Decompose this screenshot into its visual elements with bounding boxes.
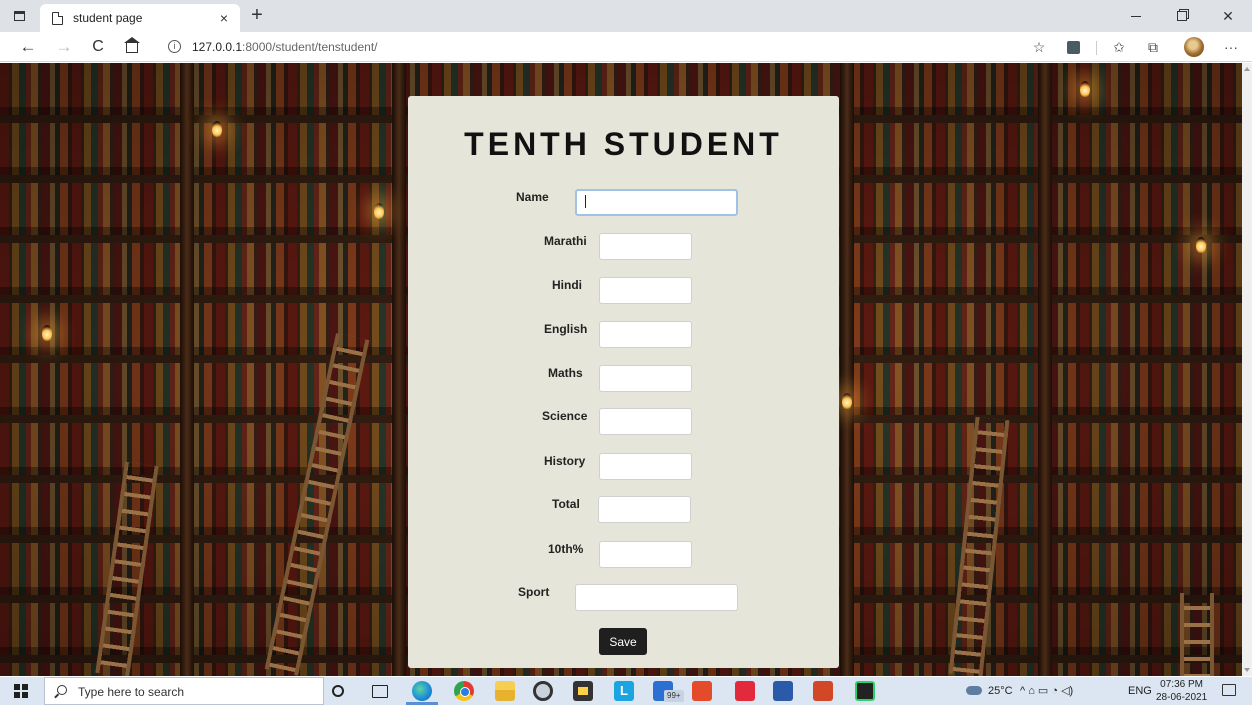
page-scrollbar[interactable] — [1242, 63, 1252, 676]
url-host: 127.0.0.1 — [192, 40, 243, 54]
window-close-button[interactable]: ✕ — [1205, 0, 1251, 32]
minimize-icon — [1131, 15, 1141, 17]
input-language[interactable]: ENG — [1128, 677, 1152, 705]
windows-start-icon[interactable] — [14, 684, 28, 698]
windows-taskbar: Type here to search L 99+ 25°C ^ ⌂ ▭ ◔ ◁… — [0, 677, 1252, 705]
store-icon[interactable] — [573, 681, 593, 701]
forward-button[interactable]: → — [52, 36, 76, 58]
save-button[interactable]: Save — [599, 628, 647, 655]
cortana-icon[interactable] — [332, 685, 344, 697]
address-bar: ← → C i 127.0.0.1:8000/student/tenstuden… — [0, 32, 1252, 62]
weather-icon[interactable] — [966, 686, 982, 695]
mail-badge: 99+ — [664, 690, 684, 702]
tenth-percent-input[interactable] — [599, 541, 692, 568]
english-label: English — [544, 322, 588, 336]
notification-icon[interactable] — [1222, 684, 1236, 696]
profile-button[interactable] — [1183, 37, 1205, 57]
clock-time: 07:36 PM — [1160, 679, 1203, 690]
maths-label: Maths — [548, 366, 583, 380]
weather-temperature[interactable]: 25°C — [988, 677, 1013, 705]
search-placeholder: Type here to search — [78, 685, 185, 699]
page-icon — [52, 11, 63, 25]
history-label: History — [544, 454, 586, 468]
url-path: :8000/student/tenstudent/ — [242, 40, 378, 54]
science-input[interactable] — [599, 408, 692, 435]
hindi-label: Hindi — [552, 278, 582, 292]
camera-icon[interactable] — [533, 681, 553, 701]
search-icon — [57, 685, 67, 695]
form-title: TENTH STUDENT — [464, 126, 783, 162]
name-input[interactable] — [575, 189, 738, 216]
history-input[interactable] — [599, 453, 692, 480]
home-button[interactable] — [120, 36, 144, 58]
more-button[interactable]: ··· — [1220, 37, 1242, 57]
url-field[interactable]: 127.0.0.1:8000/student/tenstudent/ — [192, 40, 378, 54]
file-explorer-icon[interactable] — [495, 681, 515, 701]
sport-label: Sport — [518, 585, 550, 599]
restore-icon — [1177, 11, 1187, 21]
tab-actions-icon — [13, 11, 25, 21]
avatar — [1184, 37, 1204, 57]
edge-icon[interactable] — [412, 681, 432, 701]
taskbar-clock[interactable]: 07:36 PM 28-06-2021 — [1156, 678, 1207, 704]
english-input[interactable] — [599, 321, 692, 348]
tab-student-page[interactable]: student page × — [40, 4, 240, 32]
collections-button[interactable]: ⧉ — [1142, 37, 1164, 57]
red-app-icon[interactable] — [735, 681, 755, 701]
maths-input[interactable] — [599, 365, 692, 392]
tenth-percent-label: 10th% — [548, 542, 584, 556]
back-button[interactable]: ← — [16, 36, 40, 58]
tab-close-button[interactable]: × — [214, 10, 234, 26]
tab-actions-button[interactable] — [8, 6, 30, 26]
taskbar-search-box[interactable]: Type here to search — [44, 677, 324, 705]
add-favorite-button[interactable]: ☆ — [1028, 37, 1050, 57]
system-tray-icons[interactable]: ^ ⌂ ▭ ◔ ◁) — [1020, 677, 1073, 705]
minimize-button[interactable] — [1113, 0, 1159, 32]
chrome-icon[interactable] — [454, 681, 474, 701]
new-tab-button[interactable]: + — [246, 5, 268, 27]
reload-button[interactable]: C — [86, 36, 110, 58]
marathi-label: Marathi — [544, 234, 587, 248]
toolbar-divider — [1096, 41, 1097, 55]
student-form-card: TENTH STUDENT Name Marathi Hindi English… — [408, 96, 839, 668]
total-input[interactable] — [598, 496, 691, 523]
l-app-icon[interactable]: L — [614, 681, 634, 701]
name-label: Name — [516, 190, 549, 204]
sport-input[interactable] — [575, 584, 738, 611]
restore-button[interactable] — [1159, 0, 1205, 32]
task-view-icon[interactable] — [372, 685, 388, 698]
favorites-button[interactable]: ✩ — [1108, 37, 1130, 57]
total-label: Total — [552, 497, 580, 511]
pycharm-icon[interactable] — [855, 681, 875, 701]
tab-title: student page — [73, 11, 143, 25]
extension-button[interactable] — [1062, 37, 1084, 57]
clock-date: 28-06-2021 — [1156, 692, 1208, 703]
text-caret — [585, 195, 586, 208]
extension-icon — [1066, 41, 1080, 54]
science-label: Science — [542, 409, 588, 423]
word-icon[interactable] — [773, 681, 793, 701]
marathi-input[interactable] — [599, 233, 692, 260]
info-icon[interactable]: i — [168, 40, 181, 53]
browser-tab-strip: student page × + ✕ — [0, 0, 1252, 32]
office-icon[interactable] — [692, 681, 712, 701]
powerpoint-icon[interactable] — [813, 681, 833, 701]
hindi-input[interactable] — [599, 277, 692, 304]
